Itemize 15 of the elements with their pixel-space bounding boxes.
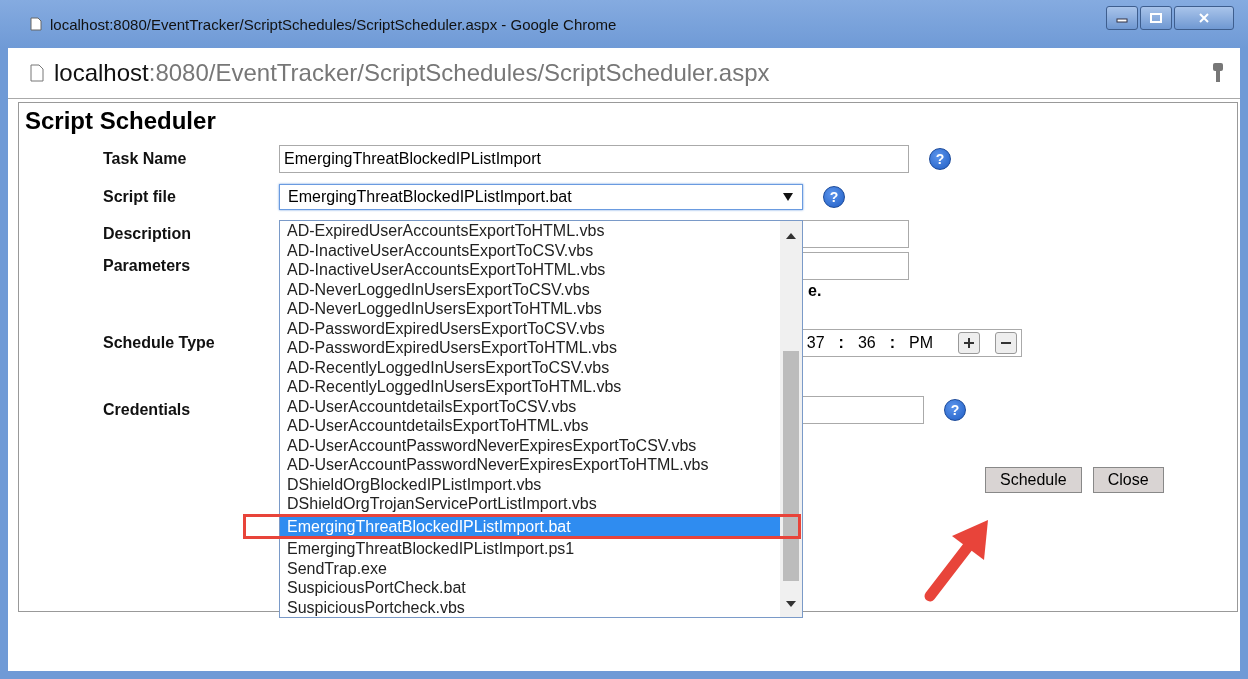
field-label: Schedule Type [103, 334, 216, 352]
hint-text: e. [808, 282, 822, 300]
page-heading: Script Scheduler [25, 107, 217, 135]
field-label: Script file [103, 188, 177, 206]
field-label: Description [103, 224, 192, 243]
second-value: 36 [857, 334, 876, 352]
minute-value: 37 [806, 334, 825, 352]
time-separator: : [889, 334, 895, 352]
url-text: localhost:8080/EventTracker/ScriptSchedules/ScriptScheduler.aspx [54, 59, 770, 87]
time-separator: : [838, 334, 844, 352]
field-label: Credentials [103, 401, 192, 419]
field-label: Parameters [103, 257, 192, 275]
ampm-value: PM [909, 334, 933, 352]
field-label: Task Name [103, 150, 188, 168]
window-title: localhost:8080/EventTracker/ScriptSchedules/ScriptScheduler.aspx - Google Chrome [50, 15, 617, 33]
